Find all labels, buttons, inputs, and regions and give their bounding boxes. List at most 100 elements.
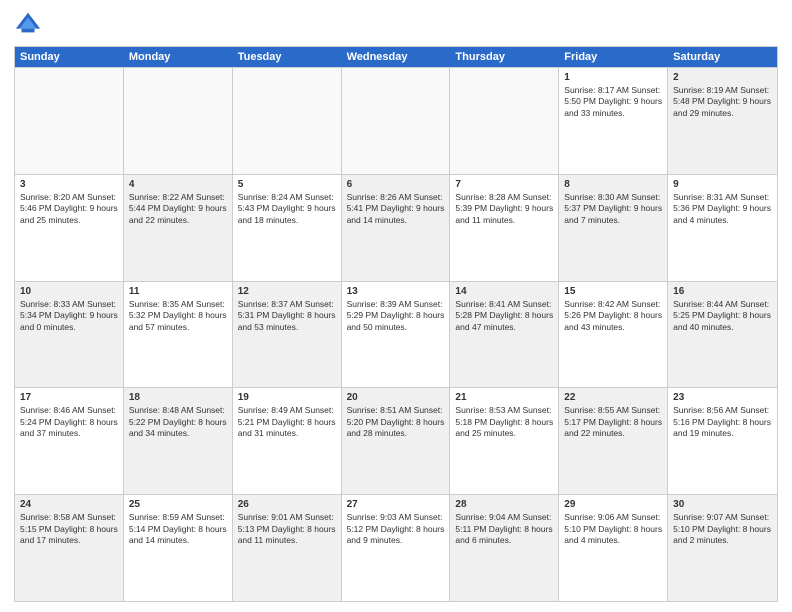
cell-info: Sunrise: 8:39 AM Sunset: 5:29 PM Dayligh… <box>347 299 445 333</box>
calendar-cell-26: 26Sunrise: 9:01 AM Sunset: 5:13 PM Dayli… <box>233 495 342 601</box>
calendar-cell-14: 14Sunrise: 8:41 AM Sunset: 5:28 PM Dayli… <box>450 282 559 388</box>
calendar-cell-30: 30Sunrise: 9:07 AM Sunset: 5:10 PM Dayli… <box>668 495 777 601</box>
day-number: 30 <box>673 498 772 511</box>
day-number: 9 <box>673 178 772 191</box>
day-number: 29 <box>564 498 662 511</box>
weekday-header-wednesday: Wednesday <box>342 47 451 67</box>
cell-info: Sunrise: 8:22 AM Sunset: 5:44 PM Dayligh… <box>129 192 227 226</box>
cell-info: Sunrise: 8:17 AM Sunset: 5:50 PM Dayligh… <box>564 85 662 119</box>
weekday-header-friday: Friday <box>559 47 668 67</box>
day-number: 7 <box>455 178 553 191</box>
day-number: 6 <box>347 178 445 191</box>
day-number: 12 <box>238 285 336 298</box>
cell-info: Sunrise: 8:42 AM Sunset: 5:26 PM Dayligh… <box>564 299 662 333</box>
cell-info: Sunrise: 8:41 AM Sunset: 5:28 PM Dayligh… <box>455 299 553 333</box>
day-number: 8 <box>564 178 662 191</box>
day-number: 13 <box>347 285 445 298</box>
calendar-body: 1Sunrise: 8:17 AM Sunset: 5:50 PM Daylig… <box>15 67 777 601</box>
calendar-cell-7: 7Sunrise: 8:28 AM Sunset: 5:39 PM Daylig… <box>450 175 559 281</box>
calendar-cell-21: 21Sunrise: 8:53 AM Sunset: 5:18 PM Dayli… <box>450 388 559 494</box>
cell-info: Sunrise: 8:55 AM Sunset: 5:17 PM Dayligh… <box>564 405 662 439</box>
day-number: 11 <box>129 285 227 298</box>
cell-info: Sunrise: 8:35 AM Sunset: 5:32 PM Dayligh… <box>129 299 227 333</box>
cell-info: Sunrise: 9:06 AM Sunset: 5:10 PM Dayligh… <box>564 512 662 546</box>
calendar: SundayMondayTuesdayWednesdayThursdayFrid… <box>14 46 778 602</box>
cell-info: Sunrise: 8:20 AM Sunset: 5:46 PM Dayligh… <box>20 192 118 226</box>
day-number: 22 <box>564 391 662 404</box>
day-number: 5 <box>238 178 336 191</box>
cell-info: Sunrise: 8:53 AM Sunset: 5:18 PM Dayligh… <box>455 405 553 439</box>
cell-info: Sunrise: 8:58 AM Sunset: 5:15 PM Dayligh… <box>20 512 118 546</box>
weekday-header-monday: Monday <box>124 47 233 67</box>
day-number: 1 <box>564 71 662 84</box>
calendar-cell-9: 9Sunrise: 8:31 AM Sunset: 5:36 PM Daylig… <box>668 175 777 281</box>
calendar-cell-12: 12Sunrise: 8:37 AM Sunset: 5:31 PM Dayli… <box>233 282 342 388</box>
cell-info: Sunrise: 8:48 AM Sunset: 5:22 PM Dayligh… <box>129 405 227 439</box>
calendar-cell-22: 22Sunrise: 8:55 AM Sunset: 5:17 PM Dayli… <box>559 388 668 494</box>
day-number: 27 <box>347 498 445 511</box>
cell-info: Sunrise: 8:51 AM Sunset: 5:20 PM Dayligh… <box>347 405 445 439</box>
calendar-cell-empty <box>450 68 559 174</box>
day-number: 24 <box>20 498 118 511</box>
day-number: 23 <box>673 391 772 404</box>
cell-info: Sunrise: 8:46 AM Sunset: 5:24 PM Dayligh… <box>20 405 118 439</box>
day-number: 3 <box>20 178 118 191</box>
weekday-header-sunday: Sunday <box>15 47 124 67</box>
cell-info: Sunrise: 8:30 AM Sunset: 5:37 PM Dayligh… <box>564 192 662 226</box>
calendar-row-1: 3Sunrise: 8:20 AM Sunset: 5:46 PM Daylig… <box>15 174 777 281</box>
calendar-cell-empty <box>342 68 451 174</box>
calendar-row-0: 1Sunrise: 8:17 AM Sunset: 5:50 PM Daylig… <box>15 67 777 174</box>
day-number: 10 <box>20 285 118 298</box>
calendar-header: SundayMondayTuesdayWednesdayThursdayFrid… <box>15 47 777 67</box>
calendar-cell-5: 5Sunrise: 8:24 AM Sunset: 5:43 PM Daylig… <box>233 175 342 281</box>
calendar-row-4: 24Sunrise: 8:58 AM Sunset: 5:15 PM Dayli… <box>15 494 777 601</box>
day-number: 16 <box>673 285 772 298</box>
calendar-row-3: 17Sunrise: 8:46 AM Sunset: 5:24 PM Dayli… <box>15 387 777 494</box>
logo-icon <box>14 10 42 38</box>
cell-info: Sunrise: 8:28 AM Sunset: 5:39 PM Dayligh… <box>455 192 553 226</box>
cell-info: Sunrise: 9:01 AM Sunset: 5:13 PM Dayligh… <box>238 512 336 546</box>
day-number: 25 <box>129 498 227 511</box>
calendar-cell-10: 10Sunrise: 8:33 AM Sunset: 5:34 PM Dayli… <box>15 282 124 388</box>
day-number: 26 <box>238 498 336 511</box>
cell-info: Sunrise: 8:31 AM Sunset: 5:36 PM Dayligh… <box>673 192 772 226</box>
calendar-cell-23: 23Sunrise: 8:56 AM Sunset: 5:16 PM Dayli… <box>668 388 777 494</box>
calendar-cell-8: 8Sunrise: 8:30 AM Sunset: 5:37 PM Daylig… <box>559 175 668 281</box>
calendar-cell-25: 25Sunrise: 8:59 AM Sunset: 5:14 PM Dayli… <box>124 495 233 601</box>
calendar-cell-17: 17Sunrise: 8:46 AM Sunset: 5:24 PM Dayli… <box>15 388 124 494</box>
cell-info: Sunrise: 9:04 AM Sunset: 5:11 PM Dayligh… <box>455 512 553 546</box>
calendar-cell-16: 16Sunrise: 8:44 AM Sunset: 5:25 PM Dayli… <box>668 282 777 388</box>
cell-info: Sunrise: 8:49 AM Sunset: 5:21 PM Dayligh… <box>238 405 336 439</box>
calendar-cell-20: 20Sunrise: 8:51 AM Sunset: 5:20 PM Dayli… <box>342 388 451 494</box>
cell-info: Sunrise: 8:59 AM Sunset: 5:14 PM Dayligh… <box>129 512 227 546</box>
cell-info: Sunrise: 8:24 AM Sunset: 5:43 PM Dayligh… <box>238 192 336 226</box>
calendar-cell-empty <box>15 68 124 174</box>
day-number: 18 <box>129 391 227 404</box>
logo <box>14 10 46 38</box>
cell-info: Sunrise: 8:37 AM Sunset: 5:31 PM Dayligh… <box>238 299 336 333</box>
page: SundayMondayTuesdayWednesdayThursdayFrid… <box>0 0 792 612</box>
weekday-header-saturday: Saturday <box>668 47 777 67</box>
weekday-header-tuesday: Tuesday <box>233 47 342 67</box>
calendar-cell-15: 15Sunrise: 8:42 AM Sunset: 5:26 PM Dayli… <box>559 282 668 388</box>
header <box>14 10 778 38</box>
calendar-cell-empty <box>233 68 342 174</box>
cell-info: Sunrise: 8:26 AM Sunset: 5:41 PM Dayligh… <box>347 192 445 226</box>
day-number: 2 <box>673 71 772 84</box>
weekday-header-thursday: Thursday <box>450 47 559 67</box>
calendar-cell-28: 28Sunrise: 9:04 AM Sunset: 5:11 PM Dayli… <box>450 495 559 601</box>
calendar-cell-27: 27Sunrise: 9:03 AM Sunset: 5:12 PM Dayli… <box>342 495 451 601</box>
calendar-cell-13: 13Sunrise: 8:39 AM Sunset: 5:29 PM Dayli… <box>342 282 451 388</box>
calendar-cell-1: 1Sunrise: 8:17 AM Sunset: 5:50 PM Daylig… <box>559 68 668 174</box>
cell-info: Sunrise: 8:19 AM Sunset: 5:48 PM Dayligh… <box>673 85 772 119</box>
calendar-cell-19: 19Sunrise: 8:49 AM Sunset: 5:21 PM Dayli… <box>233 388 342 494</box>
day-number: 28 <box>455 498 553 511</box>
calendar-cell-24: 24Sunrise: 8:58 AM Sunset: 5:15 PM Dayli… <box>15 495 124 601</box>
calendar-cell-18: 18Sunrise: 8:48 AM Sunset: 5:22 PM Dayli… <box>124 388 233 494</box>
day-number: 15 <box>564 285 662 298</box>
day-number: 19 <box>238 391 336 404</box>
calendar-cell-empty <box>124 68 233 174</box>
cell-info: Sunrise: 9:07 AM Sunset: 5:10 PM Dayligh… <box>673 512 772 546</box>
day-number: 4 <box>129 178 227 191</box>
cell-info: Sunrise: 8:33 AM Sunset: 5:34 PM Dayligh… <box>20 299 118 333</box>
